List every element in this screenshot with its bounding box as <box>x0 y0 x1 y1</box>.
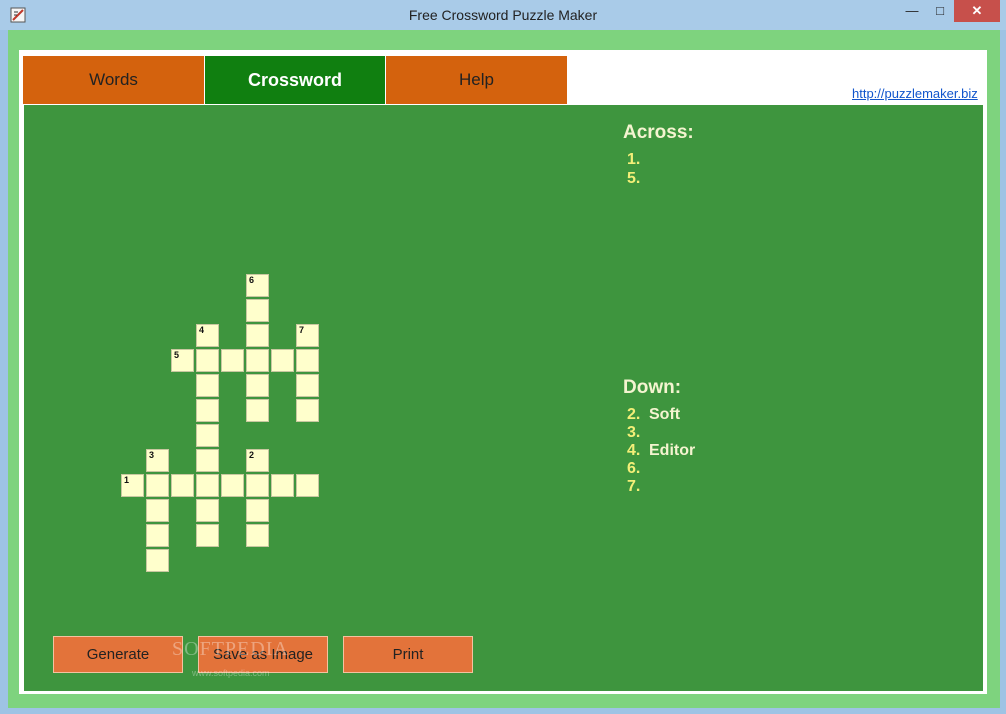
grid-cell[interactable] <box>146 474 169 497</box>
clue-number: 2 <box>249 450 255 460</box>
close-button[interactable]: ✕ <box>954 0 1000 22</box>
grid-cell[interactable]: 1 <box>121 474 144 497</box>
grid-cell[interactable]: 6 <box>246 274 269 297</box>
minimize-button[interactable]: — <box>898 0 926 22</box>
down-heading: Down: <box>623 377 682 398</box>
grid-cell[interactable] <box>171 474 194 497</box>
grid-cell[interactable] <box>196 499 219 522</box>
grid-cell[interactable] <box>146 524 169 547</box>
clue-number: 7 <box>299 325 305 335</box>
clue-number: 5 <box>174 350 180 360</box>
tab-help[interactable]: Help <box>386 56 567 104</box>
watermark-url: www.softpedia.com <box>192 668 270 678</box>
down-clue: 2. Soft <box>627 406 680 424</box>
grid-cell[interactable] <box>196 424 219 447</box>
grid-cell[interactable] <box>196 474 219 497</box>
grid-cell[interactable]: 2 <box>246 449 269 472</box>
grid-cell[interactable] <box>246 299 269 322</box>
clue-number: 7. <box>627 478 641 495</box>
grid-cell[interactable] <box>146 499 169 522</box>
grid-cell[interactable] <box>221 474 244 497</box>
grid-cell[interactable] <box>246 324 269 347</box>
grid-cell[interactable] <box>296 349 319 372</box>
grid-cell[interactable] <box>246 474 269 497</box>
down-clue: 4. Editor <box>627 442 695 460</box>
grid-cell[interactable] <box>296 374 319 397</box>
grid-cell[interactable] <box>296 474 319 497</box>
tab-crossword[interactable]: Crossword <box>205 56 385 104</box>
website-link[interactable]: http://puzzlemaker.biz <box>852 86 978 101</box>
across-clue: 5. <box>627 170 649 188</box>
clue-number: 1 <box>124 475 130 485</box>
grid-cell[interactable]: 3 <box>146 449 169 472</box>
grid-cell[interactable] <box>246 499 269 522</box>
clue-number: 4 <box>199 325 205 335</box>
clue-number: 6. <box>627 460 641 477</box>
clue-number: 2. <box>627 406 641 423</box>
across-heading: Across: <box>623 122 694 143</box>
grid-cell[interactable] <box>271 349 294 372</box>
clue-number: 3 <box>149 450 155 460</box>
grid-cell[interactable]: 7 <box>296 324 319 347</box>
maximize-button[interactable]: □ <box>926 0 954 22</box>
grid-cell[interactable] <box>196 449 219 472</box>
watermark: SOFTPEDIA <box>172 638 289 660</box>
down-clue: 6. <box>627 460 649 478</box>
clue-number: 6 <box>249 275 255 285</box>
title-bar: Free Crossword Puzzle Maker — □ ✕ <box>0 0 1006 30</box>
print-button[interactable]: Print <box>343 636 473 673</box>
clue-number: 1. <box>627 151 641 168</box>
grid-cell[interactable] <box>296 399 319 422</box>
grid-cell[interactable] <box>246 524 269 547</box>
generate-button[interactable]: Generate <box>53 636 183 673</box>
grid-cell[interactable] <box>221 349 244 372</box>
clue-number: 5. <box>627 170 641 187</box>
crossword-panel <box>24 105 983 691</box>
grid-cell[interactable] <box>196 349 219 372</box>
clue-number: 3. <box>627 424 641 441</box>
grid-cell[interactable] <box>196 399 219 422</box>
grid-cell[interactable] <box>246 374 269 397</box>
grid-cell[interactable] <box>246 399 269 422</box>
down-clue: 7. <box>627 478 649 496</box>
down-clue: 3. <box>627 424 649 442</box>
clue-text: Editor <box>649 442 696 459</box>
grid-cell[interactable] <box>271 474 294 497</box>
grid-cell[interactable] <box>196 374 219 397</box>
clue-number: 4. <box>627 442 641 459</box>
clue-text: Soft <box>649 406 681 423</box>
grid-cell[interactable] <box>146 549 169 572</box>
grid-cell[interactable] <box>196 524 219 547</box>
window-title: Free Crossword Puzzle Maker <box>408 7 598 23</box>
across-clue: 1. <box>627 151 649 169</box>
grid-cell[interactable]: 4 <box>196 324 219 347</box>
grid-cell[interactable]: 5 <box>171 349 194 372</box>
grid-cell[interactable] <box>246 349 269 372</box>
tab-words[interactable]: Words <box>23 56 204 104</box>
